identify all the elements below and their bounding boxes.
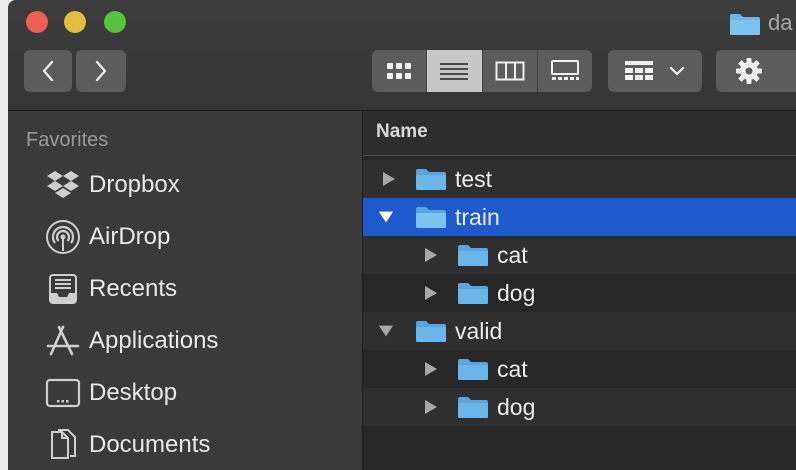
disclosure-triangle-right-icon[interactable] [423, 361, 439, 377]
sidebar-item-label: Desktop [89, 379, 178, 406]
row-name: cat [497, 241, 528, 268]
airdrop-icon [44, 217, 82, 257]
sidebar-item-airdrop[interactable]: AirDrop [44, 217, 170, 257]
sidebar-item-recents[interactable]: Recents [44, 269, 177, 309]
chevron-down-icon [669, 66, 685, 76]
applications-icon [44, 321, 82, 361]
folder-icon [457, 243, 489, 272]
folder-icon [457, 357, 489, 386]
group-by-button[interactable] [608, 50, 702, 92]
file-list: Name test train cat dog valid cat dog [363, 111, 796, 470]
row-name: test [455, 165, 493, 192]
row-name: valid [455, 317, 503, 344]
columns-icon [495, 61, 525, 81]
close-window-button[interactable] [26, 11, 48, 33]
list-row[interactable]: dog [363, 274, 796, 312]
list-row[interactable]: test [363, 160, 796, 198]
forward-button[interactable] [76, 50, 126, 92]
sidebar-section-favorites: Favorites [26, 129, 109, 151]
list-row[interactable]: dog [363, 388, 796, 426]
dropbox-icon [44, 165, 82, 205]
window-title: da [768, 10, 793, 35]
sidebar-item-label: Recents [89, 275, 178, 302]
list-row[interactable]: valid [363, 312, 796, 350]
disclosure-triangle-right-icon[interactable] [423, 285, 439, 301]
row-name: dog [497, 393, 536, 420]
title-folder-icon [729, 12, 761, 41]
column-header-label: Name [376, 121, 428, 142]
chevron-left-icon [42, 60, 54, 82]
desktop-icon [44, 373, 82, 413]
icon-grid-icon [387, 63, 412, 79]
folder-icon [415, 167, 447, 196]
folder-icon [415, 319, 447, 348]
disclosure-triangle-right-icon[interactable] [381, 171, 397, 187]
sidebar-item-desktop[interactable]: Desktop [44, 373, 177, 413]
sidebar-item-dropbox[interactable]: Dropbox [44, 165, 180, 205]
sidebar-item-applications[interactable]: Applications [44, 321, 218, 361]
row-name: cat [497, 355, 528, 382]
gear-icon [736, 58, 762, 84]
action-menu-button[interactable] [716, 50, 796, 92]
toolbar: da [8, 0, 796, 111]
back-button[interactable] [24, 50, 72, 92]
disclosure-triangle-right-icon[interactable] [423, 399, 439, 415]
sidebar-item-label: Applications [89, 327, 219, 354]
zoom-window-button[interactable] [104, 11, 126, 33]
disclosure-triangle-down-icon[interactable] [378, 209, 394, 225]
folder-icon [415, 205, 447, 234]
list-row[interactable]: cat [363, 236, 796, 274]
group-grid-icon [625, 61, 653, 80]
list-view-button[interactable] [427, 50, 483, 92]
sidebar-item-label: AirDrop [89, 223, 171, 250]
column-header-name[interactable]: Name [363, 111, 796, 156]
documents-icon [44, 425, 82, 465]
chevron-right-icon [95, 60, 107, 82]
row-name: dog [497, 279, 536, 306]
disclosure-triangle-down-icon[interactable] [378, 323, 394, 339]
sidebar-item-label: Dropbox [89, 171, 180, 198]
sidebar-item-documents[interactable]: Documents [44, 425, 210, 465]
sidebar-item-label: Documents [89, 431, 211, 458]
finder-window: da Favorites Dropbox AirDrop Recents App… [8, 0, 796, 470]
list-row[interactable]: cat [363, 350, 796, 388]
view-mode-segmented-control [372, 50, 592, 92]
folder-icon [457, 395, 489, 424]
minimize-window-button[interactable] [64, 11, 86, 33]
list-row-selected[interactable]: train [363, 198, 796, 236]
disclosure-triangle-right-icon[interactable] [423, 247, 439, 263]
icon-view-button[interactable] [372, 50, 428, 92]
row-name: train [455, 203, 500, 230]
column-view-button[interactable] [483, 50, 538, 92]
recents-icon [44, 269, 82, 309]
sidebar: Favorites Dropbox AirDrop Recents Applic… [8, 111, 363, 470]
gallery-icon [550, 60, 579, 80]
gallery-view-button[interactable] [538, 50, 592, 92]
folder-icon [457, 281, 489, 310]
list-lines-icon [440, 63, 469, 80]
